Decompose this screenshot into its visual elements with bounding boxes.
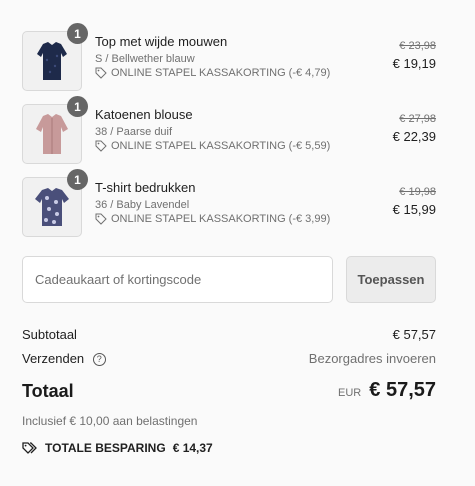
- total-label: Totaal: [22, 381, 74, 401]
- apply-discount-button[interactable]: Toepassen: [346, 256, 436, 303]
- discount-code-input[interactable]: [22, 256, 333, 303]
- original-price: € 23,98: [399, 40, 436, 52]
- original-price: € 19,98: [399, 186, 436, 198]
- tax-note: Inclusief € 10,00 aan belastingen: [22, 414, 198, 428]
- discounted-price: € 22,39: [392, 129, 436, 144]
- subtotal-label: Subtotaal: [22, 327, 77, 342]
- discount-label: ONLINE STAPEL KASSAKORTING (-€ 4,79): [111, 67, 331, 79]
- discount-line: ONLINE STAPEL KASSAKORTING (-€ 4,79): [95, 67, 330, 79]
- discount-label: ONLINE STAPEL KASSAKORTING (-€ 5,59): [111, 140, 331, 152]
- product-name: Top met wijde mouwen: [95, 34, 228, 49]
- product-thumbnail: 1: [22, 23, 88, 91]
- cart-item: 1 T-shirt bedrukken 36 / Baby Lavendel O…: [22, 169, 436, 237]
- product-variant: 36 / Baby Lavendel: [95, 199, 190, 211]
- savings-label: TOTALE BESPARING: [45, 441, 166, 455]
- tag-icon: [95, 67, 107, 79]
- total-savings: TOTALE BESPARING € 14,37: [22, 441, 213, 455]
- original-price: € 27,98: [399, 113, 436, 125]
- total-value: € 57,57: [369, 379, 436, 401]
- subtotal-value: € 57,57: [392, 327, 436, 342]
- discount-line: ONLINE STAPEL KASSAKORTING (-€ 3,99): [95, 213, 330, 225]
- product-name: T-shirt bedrukken: [95, 180, 196, 195]
- savings-value: € 14,37: [172, 441, 213, 455]
- quantity-badge: 1: [67, 169, 88, 190]
- product-name: Katoenen blouse: [95, 107, 193, 122]
- total-amount: EUR € 57,57: [338, 379, 436, 402]
- product-thumbnail: 1: [22, 169, 88, 237]
- shipping-value: Bezorgadres invoeren: [308, 351, 436, 366]
- question-circle-icon[interactable]: ?: [92, 353, 106, 366]
- product-variant: 38 / Paarse duif: [95, 126, 173, 138]
- discounted-price: € 15,99: [392, 202, 436, 217]
- cart-item: 1 Top met wijde mouwen S / Bellwether bl…: [22, 23, 436, 91]
- product-thumbnail: 1: [22, 96, 88, 164]
- discount-line: ONLINE STAPEL KASSAKORTING (-€ 5,59): [95, 140, 330, 152]
- tags-icon: [22, 442, 37, 454]
- tag-icon: [95, 213, 107, 225]
- discount-label: ONLINE STAPEL KASSAKORTING (-€ 3,99): [111, 213, 331, 225]
- shipping-label: Verzenden: [22, 351, 85, 366]
- cart-item: 1 Katoenen blouse 38 / Paarse duif ONLIN…: [22, 96, 436, 164]
- discounted-price: € 19,19: [392, 56, 436, 71]
- quantity-badge: 1: [67, 96, 88, 117]
- quantity-badge: 1: [67, 23, 88, 44]
- tag-icon: [95, 140, 107, 152]
- product-variant: S / Bellwether blauw: [95, 53, 195, 65]
- currency-code: EUR: [338, 387, 362, 399]
- shipping-row: Verzenden ?: [22, 351, 106, 366]
